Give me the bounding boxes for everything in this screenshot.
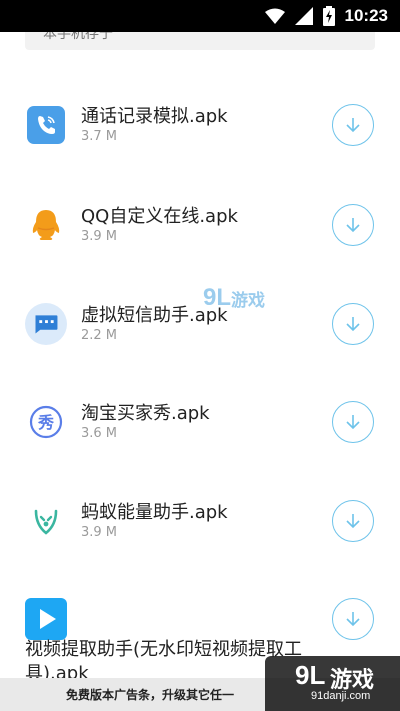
list-item[interactable]: 通话记录模拟.apk 3.7 M <box>0 80 400 170</box>
battery-icon <box>322 6 335 26</box>
video-play-icon <box>25 598 67 640</box>
status-bar: 10:23 <box>0 0 400 32</box>
taobao-show-icon: 秀 <box>29 405 63 439</box>
file-size: 3.7 M <box>81 129 118 144</box>
download-arrow-icon <box>346 118 360 133</box>
download-button[interactable] <box>332 303 374 345</box>
search-bar-text: 本手机存于 <box>43 32 113 42</box>
download-arrow-icon <box>346 514 360 529</box>
download-arrow-icon <box>346 612 360 627</box>
qq-penguin-icon <box>32 210 60 240</box>
clock: 10:23 <box>344 6 388 25</box>
wifi-icon <box>264 8 285 24</box>
svg-text:秀: 秀 <box>37 413 54 432</box>
file-size: 3.9 M <box>81 229 118 244</box>
download-button[interactable] <box>332 204 374 246</box>
download-button[interactable] <box>332 104 374 146</box>
file-size: 2.2 M <box>81 328 118 343</box>
file-name: 通话记录模拟.apk <box>81 106 228 127</box>
phone-call-icon <box>27 106 65 144</box>
ant-icon <box>34 509 58 535</box>
list-item[interactable]: 秀 淘宝买家秀.apk 3.6 M <box>0 377 400 467</box>
download-button[interactable] <box>332 598 374 640</box>
app-icon <box>25 303 67 345</box>
list-item[interactable]: 虚拟短信助手.apk 2.2 M <box>0 279 400 369</box>
app-icon <box>25 104 67 146</box>
file-size: 3.6 M <box>81 426 118 441</box>
search-bar-partial[interactable]: 本手机存于 <box>25 32 375 50</box>
app-icon: 秀 <box>25 401 67 443</box>
file-name: QQ自定义在线.apk <box>81 206 238 227</box>
file-name: 蚂蚁能量助手.apk <box>81 502 228 523</box>
watermark: 9L 游戏 <box>203 284 265 312</box>
download-arrow-icon <box>346 218 360 233</box>
watermark-logo: 9L <box>203 284 232 311</box>
watermark-text: 游戏 <box>231 290 266 311</box>
ad-banner-text: 免费版本广告条，升级其它任一 <box>66 688 235 702</box>
corner-watermark-url: 91danji.com <box>311 690 371 702</box>
sms-icon <box>25 303 67 345</box>
corner-watermark-logo: 9L <box>295 660 326 690</box>
list-item[interactable]: QQ自定义在线.apk 3.9 M <box>0 180 400 270</box>
list-item[interactable]: 蚂蚁能量助手.apk 3.9 M <box>0 476 400 566</box>
corner-watermark: 9L 游戏 91danji.com <box>265 656 400 711</box>
download-button[interactable] <box>332 500 374 542</box>
file-size: 3.9 M <box>81 525 118 540</box>
signal-icon <box>294 7 313 25</box>
file-name: 淘宝买家秀.apk <box>81 403 210 424</box>
download-button[interactable] <box>332 401 374 443</box>
download-arrow-icon <box>346 317 360 332</box>
app-icon <box>25 204 67 246</box>
app-icon <box>25 500 67 542</box>
download-arrow-icon <box>346 415 360 430</box>
app-icon <box>25 598 67 640</box>
